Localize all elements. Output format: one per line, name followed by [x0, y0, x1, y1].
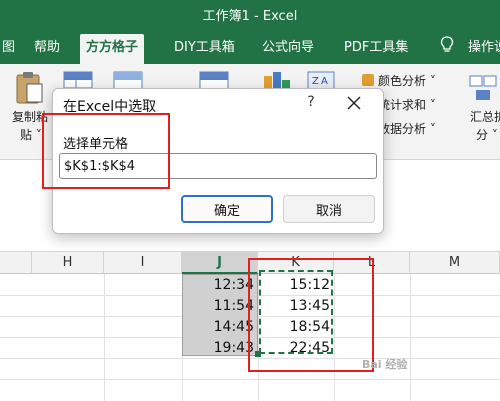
row-header-corner[interactable]	[0, 252, 32, 274]
cell-j1[interactable]: 12:34	[182, 274, 258, 296]
palette-icon	[362, 74, 374, 86]
column-header-m[interactable]: M	[410, 252, 500, 274]
svg-text:A: A	[321, 76, 328, 87]
chevron-down-icon: ˅	[32, 128, 42, 142]
tab-view[interactable]: 图	[0, 34, 21, 64]
cell-j4[interactable]: 19:43	[182, 337, 258, 359]
column-header-h[interactable]: H	[32, 252, 104, 274]
chevron-down-icon: ˅	[426, 122, 436, 136]
tab-tell-me[interactable]: 操作说	[462, 34, 500, 64]
cell-j3[interactable]: 14:45	[182, 316, 258, 338]
tab-formula-wizard[interactable]: 公式向导	[256, 34, 320, 64]
column-divider	[104, 274, 105, 401]
highlight-box-k-range	[248, 258, 374, 372]
close-icon[interactable]	[345, 94, 363, 112]
highlight-box-dialog-field	[42, 113, 170, 189]
ribbon-tab-bar: 图 帮助 方方格子 DIY工具箱 公式向导 PDF工具集 操作说	[0, 28, 500, 64]
chevron-down-icon: ˅	[426, 74, 436, 88]
svg-text:Z: Z	[312, 76, 319, 87]
tab-fangfang[interactable]: 方方格子	[80, 34, 145, 64]
title-bar: 工作簿1 - Excel	[0, 0, 500, 28]
column-header-i[interactable]: I	[104, 252, 182, 274]
window-title: 工作簿1 - Excel	[202, 9, 298, 24]
help-button[interactable]: ?	[303, 94, 319, 112]
tab-pdf-tools[interactable]: PDF工具集	[338, 34, 414, 64]
chevron-down-icon: ˅	[488, 128, 498, 142]
column-divider	[410, 274, 411, 401]
menu-color-analysis[interactable]: 颜色分析 ˅	[362, 72, 436, 89]
tab-help[interactable]: 帮助	[28, 34, 66, 64]
column-header-j[interactable]: J	[182, 252, 258, 274]
paste-label[interactable]: 贴 ˅	[20, 126, 42, 143]
row-divider	[0, 379, 500, 380]
summary-split-label-2[interactable]: 分 ˅	[476, 126, 498, 143]
watermark: Bai 经验	[362, 358, 408, 371]
cell-j2[interactable]: 11:54	[182, 295, 258, 317]
summary-split-label-1[interactable]: 汇总拆	[470, 108, 500, 125]
ok-button[interactable]: 确定	[181, 195, 273, 223]
summary-split-icon[interactable]	[468, 72, 498, 104]
chevron-down-icon: ˅	[426, 98, 436, 112]
lightbulb-icon[interactable]	[440, 36, 454, 54]
clipboard-icon[interactable]	[14, 70, 44, 106]
cancel-button[interactable]: 取消	[283, 195, 375, 223]
tab-diy-toolbox[interactable]: DIY工具箱	[168, 34, 241, 64]
